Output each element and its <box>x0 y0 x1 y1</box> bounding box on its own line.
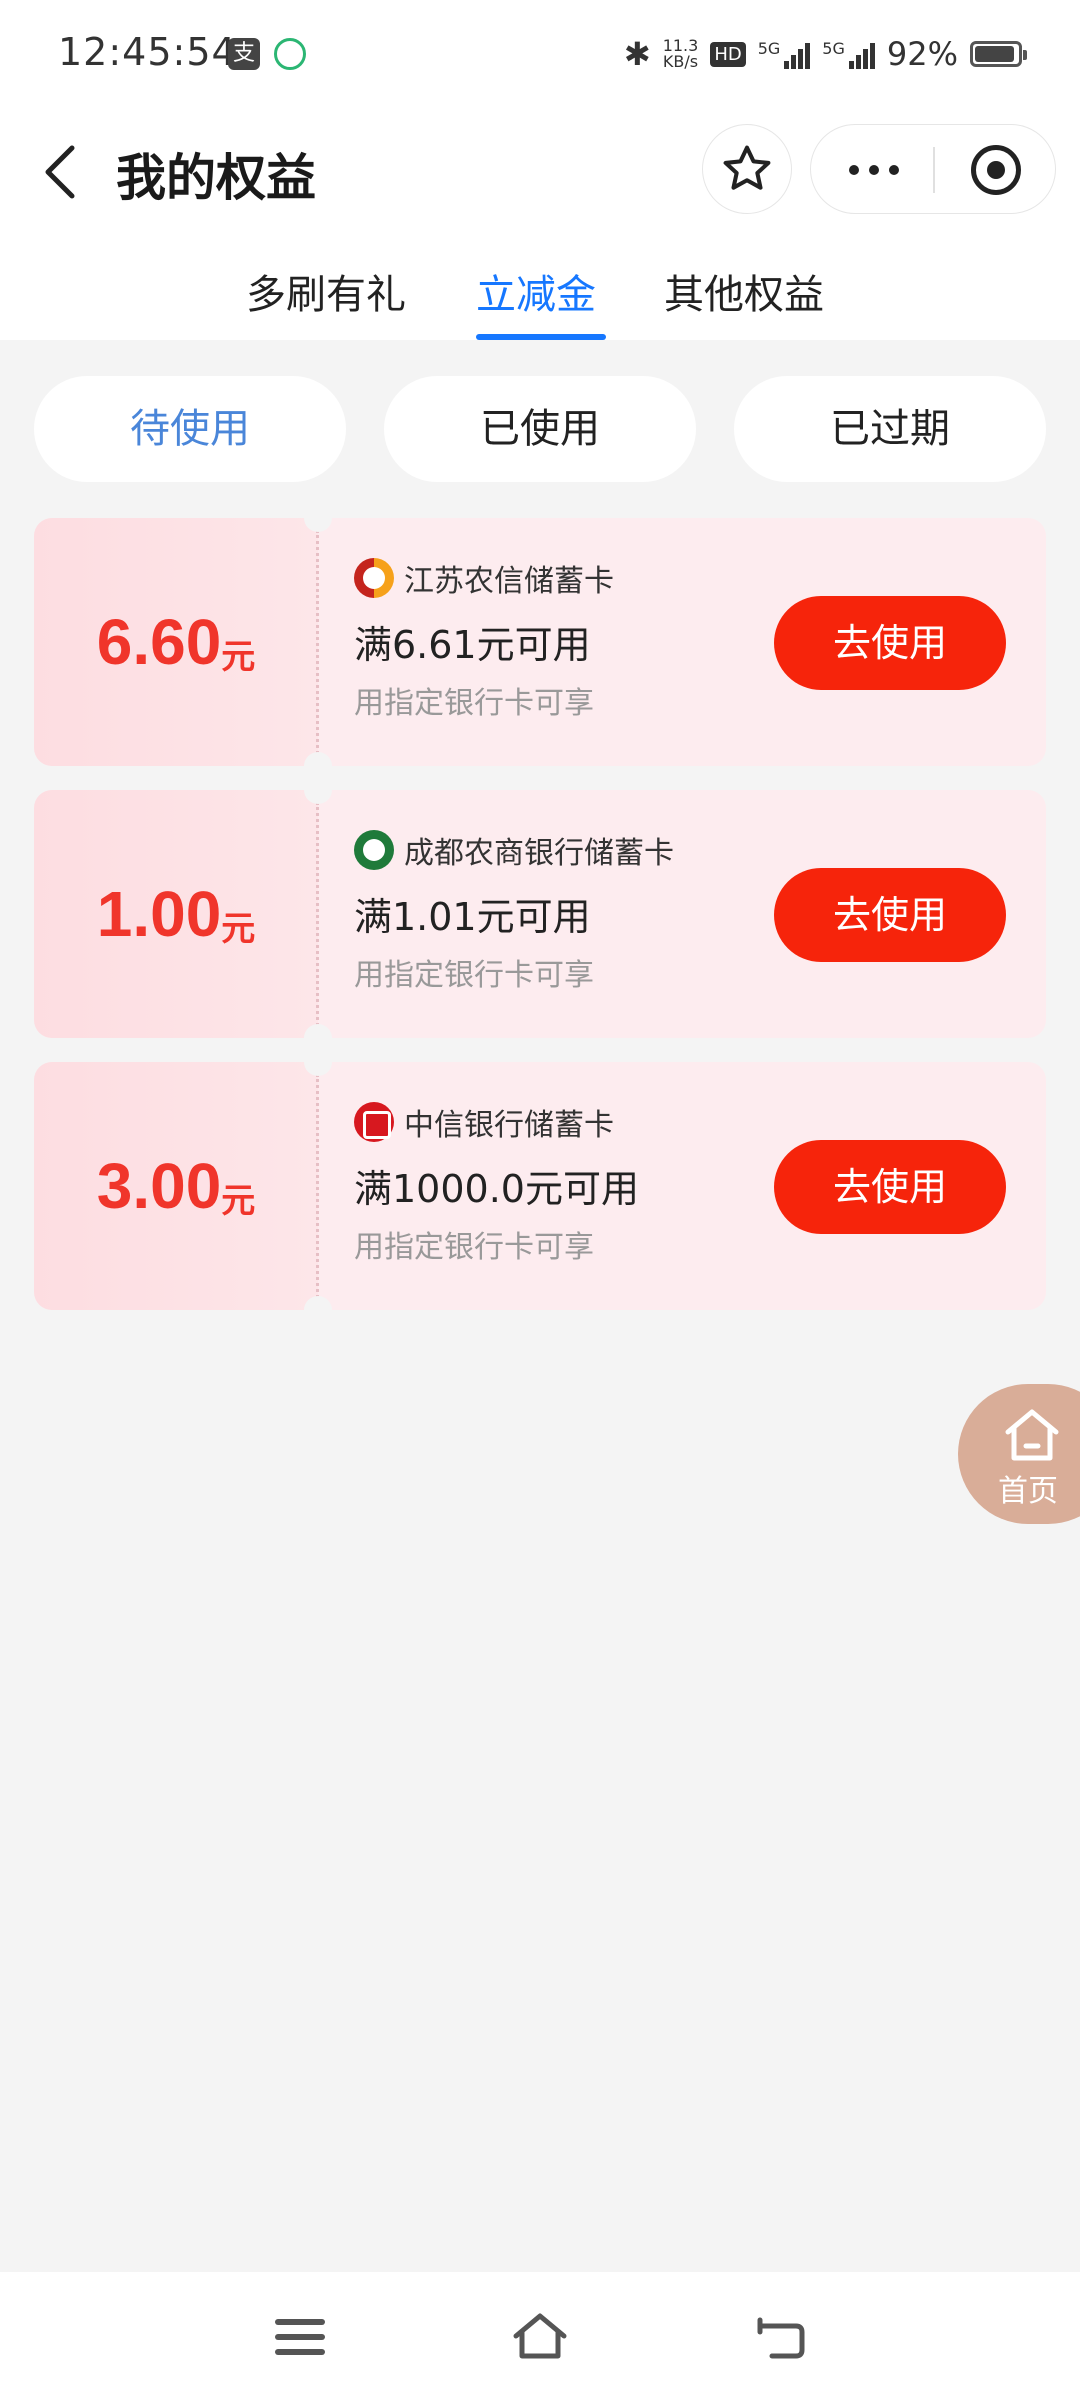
filter-unused[interactable]: 待使用 <box>34 376 346 482</box>
citic-bank-logo-icon <box>354 1102 394 1142</box>
coupon-amount: 6.60 元 <box>34 518 318 766</box>
coupon-amount: 1.00 元 <box>34 790 318 1038</box>
filter-expired[interactable]: 已过期 <box>734 376 1046 482</box>
perforation-line <box>316 530 319 754</box>
coupon-amount-unit: 元 <box>221 908 256 949</box>
eco-app-icon <box>274 38 306 70</box>
bluetooth-icon: ✱ <box>623 35 651 73</box>
battery-percent: 92% <box>886 35 958 73</box>
signal-icon: 5G <box>758 39 811 69</box>
coupon-card: 1.00 元 成都农商银行储蓄卡 满1.01元可用 用指定银行卡可享 去使用 <box>34 790 1046 1038</box>
network-speed-unit: KB/s <box>662 52 699 71</box>
signal-icon-2: 5G <box>822 39 875 69</box>
coupon-amount-value: 3.00 <box>96 1150 222 1222</box>
home-icon <box>1005 1409 1059 1461</box>
perforation-line <box>316 802 319 1026</box>
alipay-icon: 支 <box>228 38 260 70</box>
tab-duoshua[interactable]: 多刷有礼 <box>246 262 406 320</box>
floating-home-button[interactable]: 首页 <box>958 1384 1080 1524</box>
use-coupon-button[interactable]: 去使用 <box>774 596 1006 690</box>
status-right-group: ✱ 11.3 KB/s HD 5G 5G 92% <box>623 34 1027 74</box>
jiangsu-bank-logo-icon <box>354 558 394 598</box>
capsule-divider <box>933 147 935 193</box>
battery-fill <box>975 46 1014 62</box>
bank-name: 江苏农信储蓄卡 <box>404 564 614 599</box>
coupon-condition: 满6.61元可用 <box>354 623 591 667</box>
filter-used[interactable]: 已使用 <box>384 376 696 482</box>
coupon-hint: 用指定银行卡可享 <box>354 686 594 721</box>
bank-row: 中信银行储蓄卡 <box>354 1102 614 1143</box>
use-coupon-button[interactable]: 去使用 <box>774 868 1006 962</box>
coupon-condition: 满1.01元可用 <box>354 895 591 939</box>
coupon-amount-value: 6.60 <box>96 606 222 678</box>
header: 我的权益 多刷有礼 立减金 其他权益 <box>0 110 1080 340</box>
tab-other-benefits[interactable]: 其他权益 <box>664 262 824 320</box>
status-time: 12:45:54 <box>58 30 237 74</box>
coupon-amount-unit: 元 <box>221 636 256 677</box>
coupon-amount-unit: 元 <box>221 1180 256 1221</box>
coupon-amount: 3.00 元 <box>34 1062 318 1310</box>
bank-row: 江苏农信储蓄卡 <box>354 558 614 599</box>
status-bar: 12:45:54 支 ✱ 11.3 KB/s HD 5G 5G 92% <box>0 0 1080 110</box>
coupon-hint: 用指定银行卡可享 <box>354 958 594 993</box>
battery-icon <box>970 41 1027 67</box>
system-nav-bar <box>0 2272 1080 2400</box>
signal-label-2: 5G <box>822 39 845 58</box>
use-coupon-button[interactable]: 去使用 <box>774 1140 1006 1234</box>
coupon-card: 6.60 元 江苏农信储蓄卡 满6.61元可用 用指定银行卡可享 去使用 <box>34 518 1046 766</box>
coupon-condition: 满1000.0元可用 <box>354 1167 639 1211</box>
tab-bar: 多刷有礼 立减金 其他权益 <box>0 262 1080 340</box>
coupon-hint: 用指定银行卡可享 <box>354 1230 594 1265</box>
bank-name: 成都农商银行储蓄卡 <box>404 836 674 871</box>
favorite-button[interactable] <box>702 124 792 214</box>
more-icon[interactable] <box>849 165 899 175</box>
menu-icon[interactable] <box>272 2312 328 2362</box>
perforation-line <box>316 1074 319 1298</box>
back-arrow-icon[interactable] <box>40 142 80 202</box>
floating-home-label: 首页 <box>998 1474 1058 1509</box>
signal-label: 5G <box>757 39 781 58</box>
mini-program-capsule <box>810 124 1056 214</box>
hd-icon: HD <box>710 41 746 67</box>
home-icon[interactable] <box>512 2312 568 2362</box>
back-icon[interactable] <box>752 2312 808 2362</box>
coupon-amount-value: 1.00 <box>96 878 222 950</box>
coupon-card: 3.00 元 中信银行储蓄卡 满1000.0元可用 用指定银行卡可享 去使用 <box>34 1062 1046 1310</box>
page-title: 我的权益 <box>116 149 316 207</box>
network-speed: 11.3 KB/s <box>663 38 699 70</box>
bank-name: 中信银行储蓄卡 <box>404 1108 614 1143</box>
bank-row: 成都农商银行储蓄卡 <box>354 830 674 871</box>
tab-lijianjin[interactable]: 立减金 <box>476 262 596 320</box>
target-icon[interactable] <box>971 145 1021 195</box>
tab-active-indicator <box>476 334 606 340</box>
star-icon <box>723 145 771 190</box>
chengdu-bank-logo-icon <box>354 830 394 870</box>
